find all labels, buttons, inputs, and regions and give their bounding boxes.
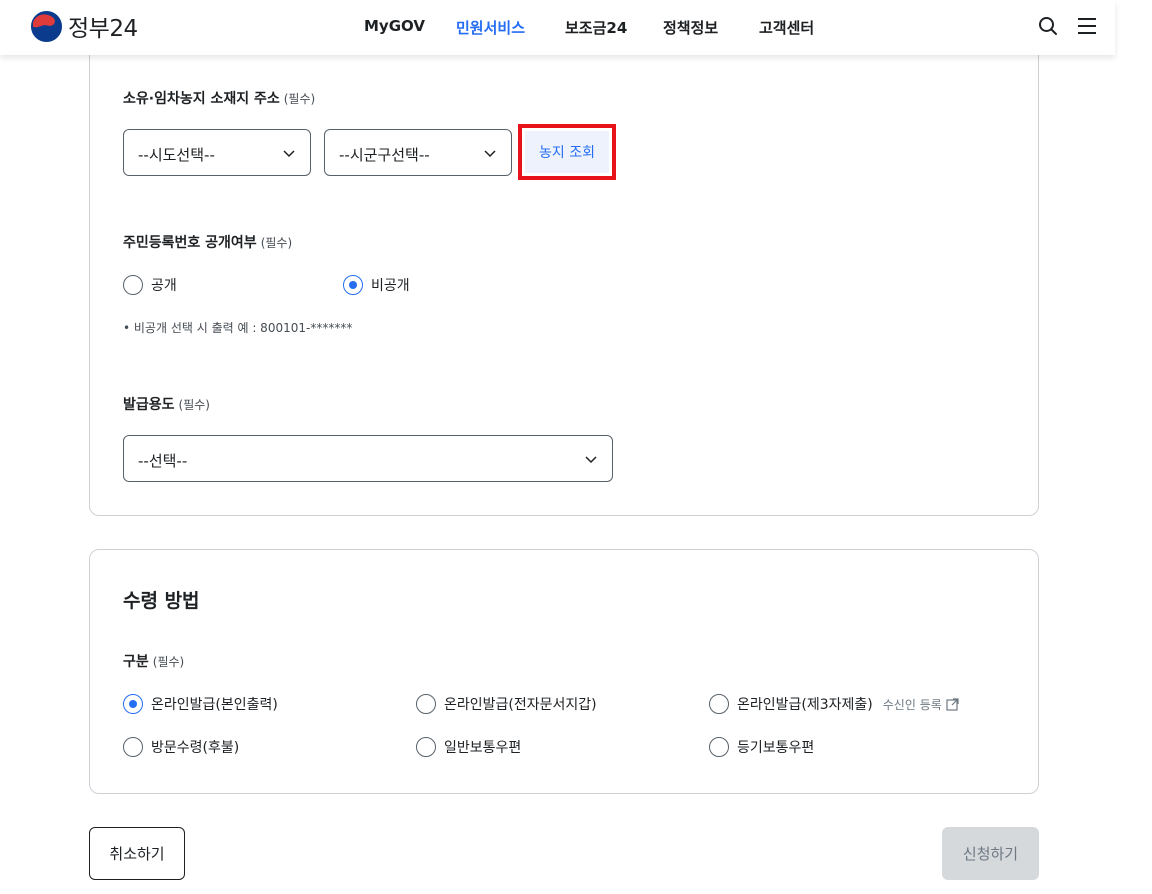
radio-circle — [709, 737, 729, 757]
receive-type-field-label: 구분 (필수) — [123, 651, 184, 671]
radio-regular-mail-label: 일반보통우편 — [444, 740, 522, 756]
radio-regular-mail[interactable]: 일반보통우편 — [416, 737, 521, 757]
radio-online-self-print-label: 온라인발급(본인출력) — [151, 697, 278, 713]
radio-private-label: 비공개 — [371, 278, 410, 294]
purpose-select-value: --선택-- — [138, 452, 188, 470]
external-link-icon — [946, 697, 959, 711]
register-recipient-link[interactable]: 수신인 등록 — [883, 696, 959, 713]
purpose-label-text: 발급용도 — [123, 397, 175, 413]
radio-circle — [123, 275, 143, 295]
sido-select[interactable]: --시도선택-- — [123, 129, 311, 176]
resident-number-field-label: 주민등록번호 공개여부 (필수) — [123, 232, 292, 252]
radio-online-e-wallet[interactable]: 온라인발급(전자문서지갑) — [416, 694, 597, 714]
chevron-down-icon — [283, 150, 295, 158]
radio-online-third-party-label: 온라인발급(제3자제출) — [737, 697, 873, 713]
purpose-field-label: 발급용도 (필수) — [123, 394, 210, 414]
logo-text: 정부24 — [68, 16, 138, 42]
radio-disclose-label: 공개 — [151, 278, 177, 294]
radio-disclose[interactable]: 공개 — [123, 275, 177, 295]
receive-method-title: 수령 방법 — [123, 590, 200, 612]
required-mark: (필수) — [283, 92, 316, 106]
radio-circle — [416, 694, 436, 714]
radio-visit-pickup-label: 방문수령(후불) — [151, 740, 240, 756]
nav-customer-center[interactable]: 고객센터 — [759, 17, 814, 38]
site-logo[interactable]: 정부24 — [30, 9, 138, 43]
sigungu-select-value: --시군구선택-- — [339, 146, 430, 164]
required-mark: (필수) — [152, 655, 185, 669]
radio-online-self-print[interactable]: 온라인발급(본인출력) — [123, 694, 278, 714]
nav-mygov[interactable]: MyGOV — [364, 17, 425, 35]
menu-icon[interactable] — [1075, 14, 1099, 38]
nav-policy-info[interactable]: 정책정보 — [663, 17, 718, 38]
radio-registered-mail-label: 등기보통우편 — [737, 740, 815, 756]
address-label-text: 소유·임차농지 소재지 주소 — [123, 91, 280, 107]
purpose-select[interactable]: --선택-- — [123, 435, 613, 482]
radio-registered-mail[interactable]: 등기보통우편 — [709, 737, 814, 757]
chevron-down-icon — [585, 456, 597, 464]
receive-method-card — [89, 549, 1039, 794]
chevron-down-icon — [484, 150, 496, 158]
register-recipient-label: 수신인 등록 — [882, 697, 942, 712]
required-mark: (필수) — [178, 398, 210, 412]
sido-select-value: --시도선택-- — [138, 146, 215, 164]
taegeuk-logo-icon — [30, 10, 63, 42]
sigungu-select[interactable]: --시군구선택-- — [324, 129, 512, 176]
radio-circle — [416, 737, 436, 757]
nav-civil-service[interactable]: 민원서비스 — [456, 17, 525, 38]
cancel-button[interactable]: 취소하기 — [89, 827, 185, 880]
radio-circle-selected — [123, 694, 143, 714]
search-icon[interactable] — [1036, 14, 1060, 38]
resident-number-label-text: 주민등록번호 공개여부 — [123, 235, 257, 251]
masking-note: • 비공개 선택 시 출력 예 : 800101-******* — [123, 321, 353, 335]
address-field-label: 소유·임차농지 소재지 주소 (필수) — [123, 88, 315, 108]
site-header: 정부24 MyGOV 민원서비스 보조금24 정책정보 고객센터 — [0, 0, 1115, 55]
radio-circle — [123, 737, 143, 757]
radio-circle-selected — [343, 275, 363, 295]
radio-online-third-party[interactable]: 온라인발급(제3자제출) 수신인 등록 — [709, 694, 959, 714]
nav-subsidy24[interactable]: 보조금24 — [565, 17, 627, 38]
radio-circle — [709, 694, 729, 714]
radio-online-e-wallet-label: 온라인발급(전자문서지갑) — [444, 697, 597, 713]
radio-visit-pickup[interactable]: 방문수령(후불) — [123, 737, 239, 757]
farmland-lookup-label: 농지 조회 — [525, 131, 609, 173]
farmland-lookup-button[interactable]: 농지 조회 — [518, 124, 616, 180]
apply-button[interactable]: 신청하기 — [942, 827, 1039, 880]
required-mark: (필수) — [260, 236, 293, 250]
receive-type-label-text: 구분 — [123, 654, 149, 670]
radio-private[interactable]: 비공개 — [343, 275, 410, 295]
